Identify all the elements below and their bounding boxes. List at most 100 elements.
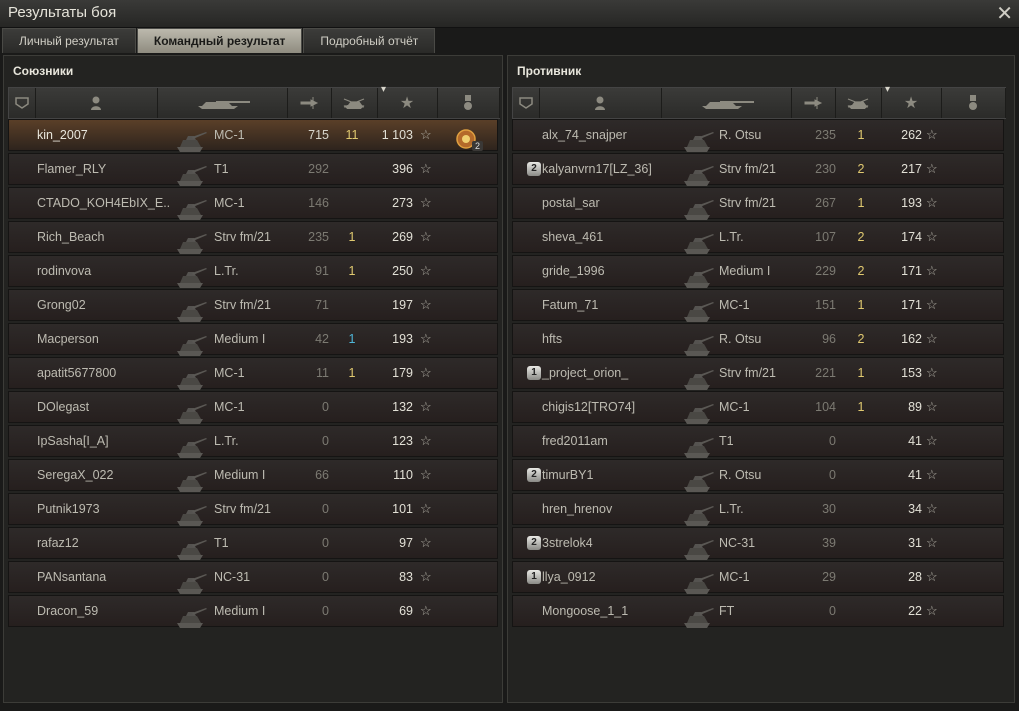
close-icon[interactable]: ✕ <box>996 1 1013 25</box>
player-row[interactable]: Mongoose_1_1 FT 0 22 ☆ <box>512 595 1004 628</box>
header-player-icon[interactable] <box>35 88 158 118</box>
damage-value: 230 <box>815 162 836 176</box>
achievement-medal-icon[interactable]: 2 <box>455 128 485 155</box>
xp-star-icon: ☆ <box>926 263 938 278</box>
damage-value: 0 <box>322 400 329 414</box>
player-row[interactable]: rodinvova L.Tr. 91 1 250 ☆ <box>8 255 498 288</box>
xp-value: 179 <box>392 366 413 380</box>
header-xp-star-icon[interactable]: ★ ▾ <box>377 84 438 118</box>
class-badge-icon: 2 <box>527 536 541 550</box>
player-row[interactable]: 1 _project_orion_ Strv fm/21 221 1 153 ☆ <box>512 357 1004 390</box>
window-title: Результаты боя <box>8 4 117 21</box>
xp-star-icon: ☆ <box>420 161 432 176</box>
header-medal-icon[interactable] <box>941 88 1006 118</box>
damage-value: 0 <box>829 468 836 482</box>
player-row[interactable]: rafaz12 T1 0 97 ☆ <box>8 527 498 560</box>
damage-value: 0 <box>322 502 329 516</box>
player-name: kin_2007 <box>37 128 88 142</box>
player-row[interactable]: DOlegast MC-1 0 132 ☆ <box>8 391 498 424</box>
player-row[interactable]: Grong02 Strv fm/21 71 197 ☆ <box>8 289 498 322</box>
xp-star-icon: ☆ <box>420 127 432 142</box>
header-kills-icon[interactable] <box>835 88 882 118</box>
tank-name: T1 <box>214 536 229 550</box>
xp-star-icon: ☆ <box>420 195 432 210</box>
header-squad-icon[interactable] <box>513 88 540 118</box>
player-row[interactable]: hren_hrenov L.Tr. 30 34 ☆ <box>512 493 1004 526</box>
player-row[interactable]: 1 llya_0912 MC-1 29 28 ☆ <box>512 561 1004 594</box>
player-row[interactable]: 2 timurBY1 R. Otsu 0 41 ☆ <box>512 459 1004 492</box>
xp-value: 31 <box>908 536 922 550</box>
tab-bar: Личный результат Командный результат Под… <box>2 28 436 54</box>
player-row[interactable]: chigis12[TRO74] MC-1 104 1 89 ☆ <box>512 391 1004 424</box>
tank-name: Medium I <box>214 468 266 482</box>
enemies-header: ★ ▾ <box>512 84 1006 119</box>
player-row[interactable]: hfts R. Otsu 96 2 162 ☆ <box>512 323 1004 356</box>
header-player-icon[interactable] <box>539 88 662 118</box>
damage-value: 29 <box>822 570 836 584</box>
xp-star-icon: ☆ <box>926 399 938 414</box>
allies-panel: Союзники ★ ▾ kin_2007 MC-1 715 11 1 103 ☆ 2 Flam… <box>3 55 503 703</box>
player-name: Rich_Beach <box>37 230 105 244</box>
damage-value: 39 <box>822 536 836 550</box>
player-row[interactable]: PANsantana NC-31 0 83 ☆ <box>8 561 498 594</box>
player-row[interactable]: Fatum_71 MC-1 151 1 171 ☆ <box>512 289 1004 322</box>
header-damage-icon[interactable] <box>791 88 836 118</box>
xp-star-icon: ☆ <box>420 263 432 278</box>
xp-star-icon: ☆ <box>420 331 432 346</box>
player-row[interactable]: 2 kalyanvrn17[LZ_36] Strv fm/21 230 2 217 ☆ <box>512 153 1004 186</box>
tank-name: R. Otsu <box>719 128 762 142</box>
player-name: IpSasha[I_A] <box>37 434 109 448</box>
xp-value: 34 <box>908 502 922 516</box>
xp-star-icon: ☆ <box>926 297 938 312</box>
player-row[interactable]: Rich_Beach Strv fm/21 235 1 269 ☆ <box>8 221 498 254</box>
enemies-list: alx_74_snajper R. Otsu 235 1 262 ☆ 2 kalyanvrn1… <box>512 119 1004 629</box>
xp-value: 41 <box>908 468 922 482</box>
tank-name: Strv fm/21 <box>214 230 271 244</box>
player-name: SeregaX_022 <box>37 468 114 482</box>
tank-name: R. Otsu <box>719 332 762 346</box>
player-row[interactable]: fred2011am T1 0 41 ☆ <box>512 425 1004 458</box>
xp-star-icon: ☆ <box>420 297 432 312</box>
kills-value: 1 <box>857 196 865 210</box>
player-row[interactable]: sheva_461 L.Tr. 107 2 174 ☆ <box>512 221 1004 254</box>
xp-star-icon: ☆ <box>926 331 938 346</box>
kills-value: 1 <box>348 332 356 346</box>
header-kills-icon[interactable] <box>331 88 378 118</box>
tank-name: FT <box>719 604 735 618</box>
kills-value: 2 <box>857 332 865 346</box>
header-tank-icon[interactable] <box>661 88 792 118</box>
tab-personal-result[interactable]: Личный результат <box>2 28 136 53</box>
player-row[interactable]: postal_sar Strv fm/21 267 1 193 ☆ <box>512 187 1004 220</box>
player-row[interactable]: Putnik1973 Strv fm/21 0 101 ☆ <box>8 493 498 526</box>
player-row[interactable]: IpSasha[I_A] L.Tr. 0 123 ☆ <box>8 425 498 458</box>
header-tank-icon[interactable] <box>157 88 288 118</box>
header-squad-icon[interactable] <box>9 88 36 118</box>
tank-icon <box>681 604 715 633</box>
header-xp-star-icon[interactable]: ★ ▾ <box>881 84 942 118</box>
header-damage-icon[interactable] <box>287 88 332 118</box>
kills-value: 1 <box>857 298 865 312</box>
player-row[interactable]: kin_2007 MC-1 715 11 1 103 ☆ 2 <box>8 119 498 152</box>
player-row[interactable]: Flamer_RLY T1 292 396 ☆ <box>8 153 498 186</box>
player-row[interactable]: CTADO_KOH4EbIX_E.. MC-1 146 273 ☆ <box>8 187 498 220</box>
player-row[interactable]: apatit5677800 MC-1 11 1 179 ☆ <box>8 357 498 390</box>
player-row[interactable]: Dracon_59 Medium I 0 69 ☆ <box>8 595 498 628</box>
player-row[interactable]: Macperson Medium I 42 1 193 ☆ <box>8 323 498 356</box>
player-name: sheva_461 <box>542 230 604 244</box>
header-medal-icon[interactable] <box>437 88 500 118</box>
xp-value: 89 <box>908 400 922 414</box>
player-row[interactable]: gride_1996 Medium I 229 2 171 ☆ <box>512 255 1004 288</box>
damage-value: 0 <box>322 536 329 550</box>
damage-value: 235 <box>815 128 836 142</box>
player-name: fred2011am <box>542 434 608 448</box>
tab-team-result[interactable]: Командный результат <box>136 28 303 53</box>
player-row[interactable]: SeregaX_022 Medium I 66 110 ☆ <box>8 459 498 492</box>
player-row[interactable]: alx_74_snajper R. Otsu 235 1 262 ☆ <box>512 119 1004 152</box>
player-name: Flamer_RLY <box>37 162 107 176</box>
player-row[interactable]: 2 3strelok4 NC-31 39 31 ☆ <box>512 527 1004 560</box>
player-name: Putnik1973 <box>37 502 100 516</box>
tank-name: L.Tr. <box>214 264 239 278</box>
xp-value: 250 <box>392 264 413 278</box>
xp-star-icon: ☆ <box>420 535 432 550</box>
tab-detailed-report[interactable]: Подробный отчёт <box>303 28 436 53</box>
